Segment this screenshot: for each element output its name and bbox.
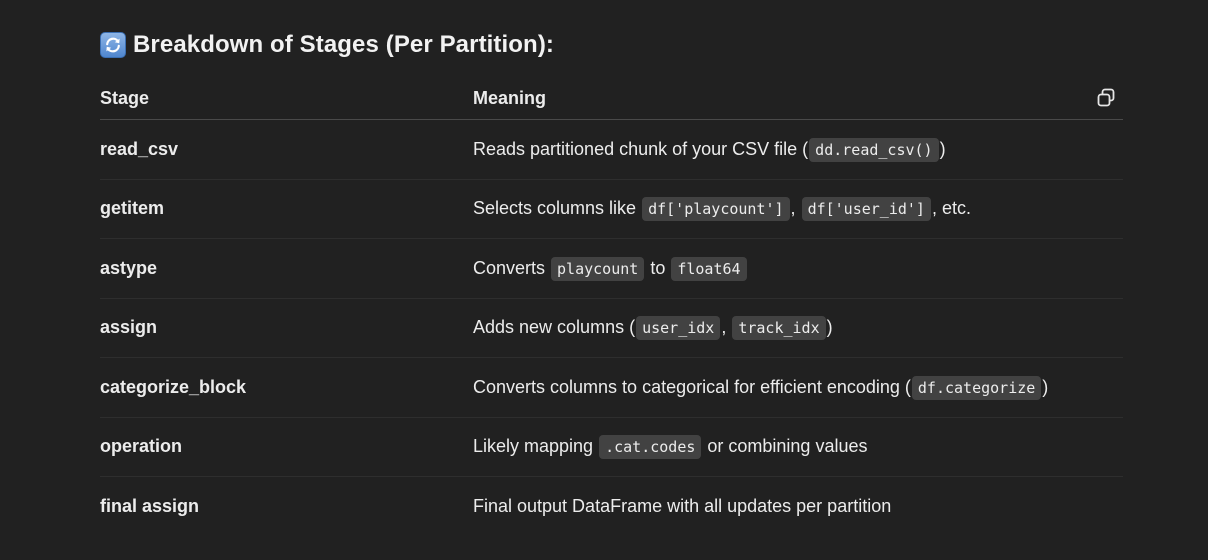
stage-name-cell: assign — [100, 298, 473, 358]
meaning-text: Adds new columns ( — [473, 317, 636, 338]
inline-code: user_idx — [636, 316, 721, 341]
stage-name-cell: astype — [100, 238, 473, 299]
table-row: read_csv Reads partitioned chunk of your … — [100, 119, 1123, 180]
meaning-text: to — [645, 257, 671, 278]
meaning-text: , — [721, 317, 732, 338]
stage-meaning-cell: Final output DataFrame with all updates … — [473, 477, 1123, 536]
refresh-arrows-icon — [100, 32, 126, 58]
column-header-meaning-label: Meaning — [473, 87, 547, 108]
inline-code: playcount — [551, 256, 645, 281]
meaning-text: ) — [826, 317, 833, 338]
inline-code: df.categorize — [911, 375, 1042, 400]
stage-name-cell: getitem — [100, 179, 473, 239]
meaning-text: Reads partitioned chunk of your CSV file… — [473, 138, 809, 159]
page-title: Breakdown of Stages (Per Partition): — [133, 31, 554, 58]
table-body: read_csv Reads partitioned chunk of your … — [100, 119, 1123, 536]
table-header-row: Stage Meaning — [100, 77, 1123, 120]
stage-name-cell: final assign — [100, 495, 200, 516]
meaning-text: , — [790, 198, 801, 219]
table-row: astype Converts playcount to float64 — [100, 238, 1123, 299]
inline-code: dd.read_csv() — [809, 137, 939, 162]
meaning-text: ) — [939, 138, 946, 159]
inline-code: df['playcount'] — [642, 197, 790, 222]
meaning-text: Final output DataFrame with all updates … — [473, 495, 892, 516]
stage-name-cell: read_csv — [100, 119, 473, 180]
meaning-text: ) — [1042, 376, 1049, 397]
table-row: categorize_block Converts columns to cate… — [100, 357, 1123, 418]
stages-table: Stage Meaning read_csv Reads partitioned … — [100, 77, 1123, 536]
table-row: final assign Final output DataFrame with … — [100, 477, 1123, 536]
meaning-text: Likely mapping — [473, 436, 599, 457]
inline-code: float64 — [671, 256, 747, 281]
table-row: getitem Selects columns like df['playcoun… — [100, 179, 1123, 239]
meaning-text: , etc. — [931, 198, 971, 219]
inline-code: .cat.codes — [599, 435, 702, 460]
stage-name-cell: operation — [100, 417, 473, 477]
table-row: assign Adds new columns (user_idx, track_… — [100, 298, 1123, 358]
meaning-text: or combining values — [702, 436, 868, 457]
inline-code: track_idx — [732, 316, 826, 341]
column-header-stage: Stage — [100, 77, 473, 120]
stage-meaning-cell: Converts columns to categorical for effi… — [473, 357, 1123, 418]
stage-meaning-cell: Adds new columns (user_idx, track_idx) — [473, 298, 1123, 358]
section-heading: Breakdown of Stages (Per Partition): — [100, 28, 554, 62]
copy-icon — [1097, 88, 1115, 107]
stage-meaning-cell: Converts playcount to float64 — [473, 238, 1123, 299]
stage-name-cell: categorize_block — [100, 357, 473, 418]
meaning-text: Converts columns to categorical for effi… — [473, 376, 911, 397]
meaning-text: Selects columns like — [473, 198, 642, 219]
inline-code: df['user_id'] — [801, 197, 931, 222]
column-header-meaning: Meaning — [473, 77, 1123, 120]
stage-meaning-cell: Reads partitioned chunk of your CSV file… — [473, 119, 1123, 180]
meaning-text: Converts — [473, 257, 551, 278]
copy-table-button[interactable] — [1095, 87, 1117, 109]
stage-meaning-cell: Selects columns like df['playcount'], df… — [473, 179, 1123, 239]
table-row: operation Likely mapping .cat.codes or co… — [100, 417, 1123, 477]
stage-meaning-cell: Likely mapping .cat.codes or combining v… — [473, 417, 1123, 477]
